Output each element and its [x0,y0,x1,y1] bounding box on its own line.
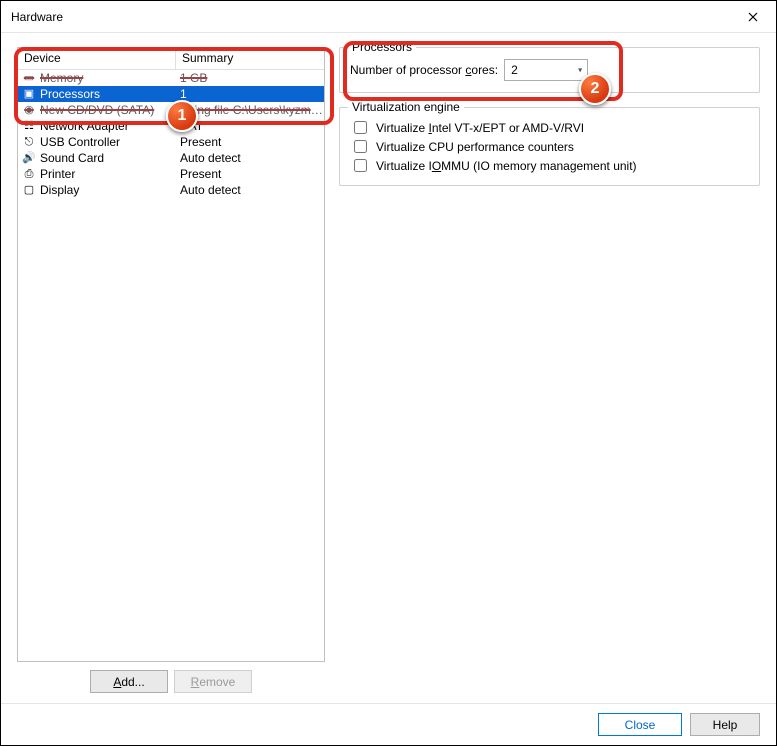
add-button[interactable]: AAdd...dd... [90,670,168,693]
window-title: Hardware [11,10,63,24]
sound-icon: 🔊 [22,151,36,165]
device-list-header: Device Summary [18,48,324,70]
device-list-body: ▭Memory 1 GB ▣Processors 1 ◉New CD/DVD (… [18,70,324,661]
memory-icon: ▭ [22,71,36,85]
virtualization-legend: Virtualization engine [348,100,464,114]
virt-perf-checkbox[interactable] [354,140,367,153]
cores-label: Number of processor cores: [350,63,498,77]
virt-perf-row[interactable]: Virtualize CPU performance counters [350,137,749,156]
remove-button: Remove [174,670,252,693]
column-device[interactable]: Device [18,48,176,69]
device-buttons: AAdd...dd... Remove [17,662,325,703]
settings-pane: Processors Number of processor cores: ▾ … [339,47,760,703]
column-summary[interactable]: Summary [176,48,324,69]
device-row-cdrom[interactable]: ◉New CD/DVD (SATA) Using file C:\Users\k… [18,102,324,118]
titlebar: Hardware [1,1,776,33]
close-icon[interactable] [730,1,776,33]
device-row-display[interactable]: ▢Display Auto detect [18,182,324,198]
device-row-usb[interactable]: ⎋USB Controller Present [18,134,324,150]
hardware-dialog: Hardware Device Summary ▭Memory 1 GB ▣Pr… [0,0,777,746]
device-row-processors[interactable]: ▣Processors 1 [18,86,324,102]
virt-iommu-label: Virtualize IOMMU (IO memory management u… [376,159,637,173]
virt-iommu-row[interactable]: Virtualize IOMMU (IO memory management u… [350,156,749,175]
cores-select[interactable] [504,59,588,81]
cpu-icon: ▣ [22,87,36,101]
dialog-buttons: Close Help [1,703,776,745]
virt-vtx-checkbox[interactable] [354,121,367,134]
processors-legend: Processors [348,40,416,54]
processors-group: Processors Number of processor cores: ▾ [339,47,760,93]
virt-vtx-label: Virtualize Intel VT-x/EPT or AMD-V/RVI [376,121,584,135]
network-icon: ☷ [22,119,36,133]
virt-iommu-checkbox[interactable] [354,159,367,172]
device-row-printer[interactable]: ⎙Printer Present [18,166,324,182]
device-row-network[interactable]: ☷Network Adapter NAT [18,118,324,134]
device-listbox[interactable]: Device Summary ▭Memory 1 GB ▣Processors … [17,47,325,662]
printer-icon: ⎙ [22,167,36,181]
help-button[interactable]: Help [690,713,760,736]
virtualization-group: Virtualization engine Virtualize Intel V… [339,107,760,186]
device-pane: Device Summary ▭Memory 1 GB ▣Processors … [17,47,325,703]
content-area: Device Summary ▭Memory 1 GB ▣Processors … [1,33,776,703]
device-row-sound[interactable]: 🔊Sound Card Auto detect [18,150,324,166]
display-icon: ▢ [22,183,36,197]
virt-perf-label: Virtualize CPU performance counters [376,140,574,154]
device-row-memory[interactable]: ▭Memory 1 GB [18,70,324,86]
close-button[interactable]: Close [598,713,682,736]
virt-vtx-row[interactable]: Virtualize Intel VT-x/EPT or AMD-V/RVI [350,118,749,137]
usb-icon: ⎋ [22,135,36,149]
cd-icon: ◉ [22,103,36,117]
